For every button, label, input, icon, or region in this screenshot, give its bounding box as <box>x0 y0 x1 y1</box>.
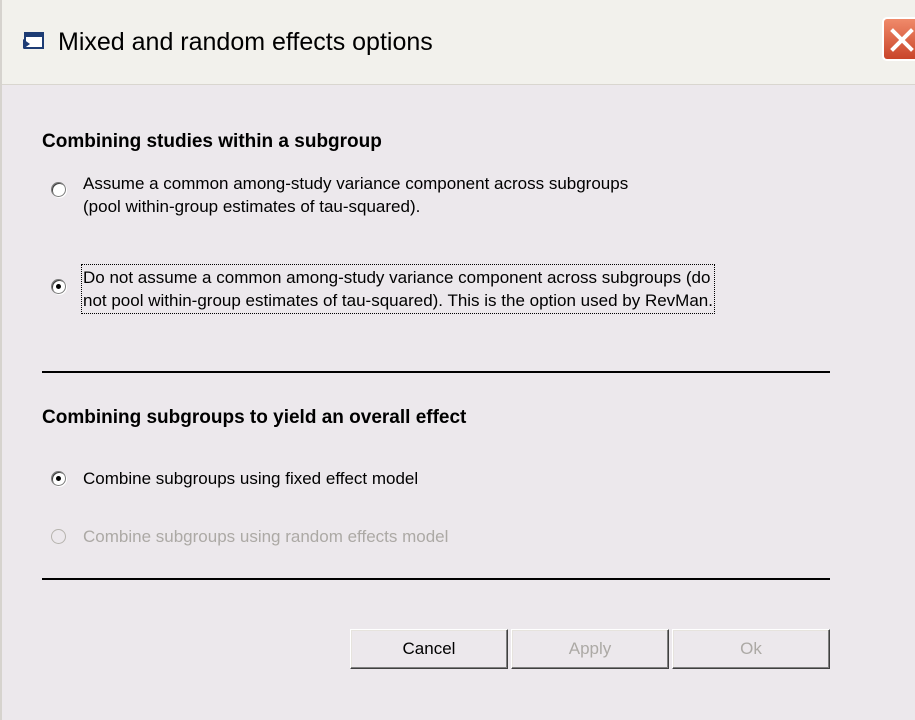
radio-label-random-effects: Combine subgroups using random effects m… <box>83 527 449 546</box>
label-line: Assume a common among-study variance com… <box>83 174 629 193</box>
close-button[interactable] <box>882 17 915 61</box>
radio-label-pool-tau-squared[interactable]: Assume a common among-study variance com… <box>83 172 628 218</box>
label-line: (pool within-group estimates of tau-squa… <box>83 197 421 216</box>
close-icon <box>890 28 914 52</box>
radio-random-effects <box>51 529 66 544</box>
radio-pool-tau-squared[interactable] <box>51 182 66 197</box>
label-line: Do not assume a common among-study varia… <box>83 268 711 287</box>
window-title: Mixed and random effects options <box>58 28 433 56</box>
title-bar[interactable]: Mixed and random effects options <box>2 0 915 85</box>
radio-label-fixed-effect[interactable]: Combine subgroups using fixed effect mod… <box>83 467 418 490</box>
dialog-window: Mixed and random effects options Combini… <box>0 0 915 720</box>
radio-fixed-effect[interactable] <box>51 471 66 486</box>
apply-button: Apply <box>511 629 669 669</box>
section-heading-within-subgroup: Combining studies within a subgroup <box>42 131 382 152</box>
radio-label-no-pool-tau-squared[interactable]: Do not assume a common among-study varia… <box>81 264 715 314</box>
label-line: not pool within-group estimates of tau-s… <box>83 291 713 310</box>
section-divider <box>42 371 830 373</box>
section-divider <box>42 578 830 580</box>
radio-no-pool-tau-squared[interactable] <box>51 279 66 294</box>
cancel-button[interactable]: Cancel <box>350 629 508 669</box>
window-icon <box>22 30 48 52</box>
ok-button: Ok <box>672 629 830 669</box>
section-heading-overall-effect: Combining subgroups to yield an overall … <box>42 407 467 428</box>
